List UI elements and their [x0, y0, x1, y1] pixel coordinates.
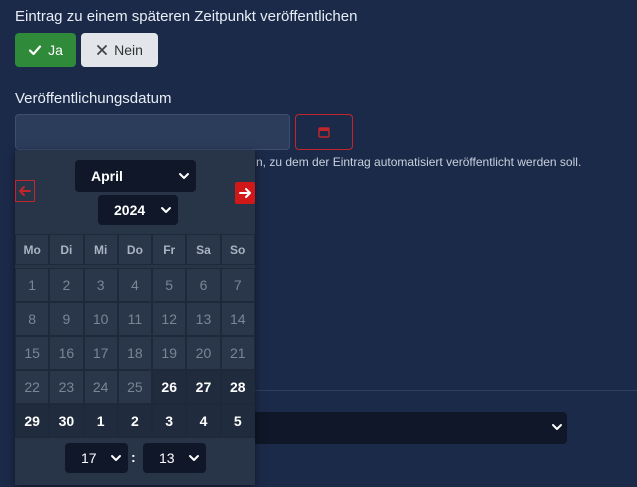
publish-later-label: Eintrag zu einem späteren Zeitpunkt verö…: [15, 8, 358, 25]
day-cell-disabled: 14: [220, 302, 255, 336]
arrow-left-icon: [19, 186, 31, 196]
chevron-down-icon: [189, 455, 199, 461]
day-cell[interactable]: 26: [152, 370, 187, 404]
hour-select-value: 17: [81, 450, 97, 466]
chevron-down-icon: [179, 173, 189, 179]
day-cell-disabled: 7: [220, 268, 255, 302]
day-cell[interactable]: 30: [49, 404, 84, 438]
day-cell-disabled: 19: [152, 336, 187, 370]
day-cell-disabled: 6: [186, 268, 221, 302]
day-cell-disabled: 24: [83, 370, 118, 404]
day-cell-disabled: 17: [83, 336, 118, 370]
weekday-header: Fr: [152, 234, 187, 265]
time-separator: :: [131, 449, 136, 465]
no-button-label: Nein: [114, 42, 143, 58]
publish-date-label: Veröffentlichungsdatum: [15, 90, 172, 107]
day-cell-disabled: 4: [117, 268, 153, 302]
chevron-down-icon: [111, 455, 121, 461]
weekday-header: Do: [117, 234, 153, 265]
day-cell-disabled: 16: [49, 336, 84, 370]
bottom-select[interactable]: [255, 412, 567, 444]
day-cell-disabled: 21: [220, 336, 255, 370]
chevron-down-icon: [161, 207, 171, 213]
month-select-value: April: [91, 168, 123, 184]
yes-button[interactable]: Ja: [15, 33, 76, 67]
day-cell-disabled: 25: [117, 370, 153, 404]
chevron-down-icon: [552, 424, 562, 430]
day-cell-disabled: 18: [117, 336, 153, 370]
publish-date-input[interactable]: [15, 114, 290, 150]
day-cell[interactable]: 3: [152, 404, 187, 438]
calendar-icon: [318, 127, 330, 138]
day-cell-disabled: 9: [49, 302, 84, 336]
publish-date-help: n, zu dem der Eintrag automatisiert verö…: [256, 155, 582, 169]
day-cell-disabled: 1: [15, 268, 50, 302]
day-cell-disabled: 8: [15, 302, 50, 336]
day-cell-disabled: 5: [152, 268, 187, 302]
close-icon: [97, 45, 107, 55]
day-cell-disabled: 22: [15, 370, 50, 404]
day-cell[interactable]: 2: [117, 404, 153, 438]
arrow-right-icon: [239, 188, 251, 198]
prev-month-button[interactable]: [15, 180, 35, 202]
day-cell-disabled: 2: [49, 268, 84, 302]
calendar-grid: Mo Di Mi Do Fr Sa So 1 2 3 4 5 6 7 8 9 10 11 12 13 14 15 16 17 1…: [15, 234, 255, 438]
calendar-button[interactable]: [295, 114, 353, 150]
day-cell-disabled: 11: [117, 302, 153, 336]
day-cell-disabled: 15: [15, 336, 50, 370]
day-cell[interactable]: 29: [15, 404, 50, 438]
day-cell[interactable]: 27: [186, 370, 221, 404]
datepicker: April 2024 Mo Di Mi Do Fr Sa So 1 2 3 4 5 6 7 8 9 10 11 12…: [15, 150, 255, 485]
day-cell[interactable]: 5: [220, 404, 255, 438]
day-cell[interactable]: 1: [83, 404, 118, 438]
day-cell-disabled: 13: [186, 302, 221, 336]
day-cell-disabled: 23: [49, 370, 84, 404]
month-select[interactable]: April: [75, 160, 196, 192]
hour-select[interactable]: 17: [65, 443, 128, 473]
minute-select[interactable]: 13: [143, 443, 206, 473]
day-cell[interactable]: 28: [220, 370, 255, 404]
day-cell-disabled: 10: [83, 302, 118, 336]
yes-button-label: Ja: [48, 42, 63, 58]
time-row: 17 : 13: [15, 440, 255, 474]
day-cell-disabled: 12: [152, 302, 187, 336]
weekday-header: Mi: [83, 234, 118, 265]
day-cell-disabled: 20: [186, 336, 221, 370]
divider: [255, 390, 637, 391]
check-icon: [28, 45, 42, 56]
weekday-header: Sa: [186, 234, 221, 265]
weekday-header: So: [220, 234, 255, 265]
next-month-button[interactable]: [235, 182, 255, 204]
minute-select-value: 13: [159, 450, 175, 466]
day-cell-disabled: 3: [83, 268, 118, 302]
day-cell[interactable]: 4: [186, 404, 221, 438]
weekday-header: Di: [49, 234, 84, 265]
year-select-value: 2024: [114, 202, 146, 218]
weekday-header: Mo: [15, 234, 50, 265]
year-select[interactable]: 2024: [98, 195, 178, 225]
no-button[interactable]: Nein: [81, 33, 158, 67]
